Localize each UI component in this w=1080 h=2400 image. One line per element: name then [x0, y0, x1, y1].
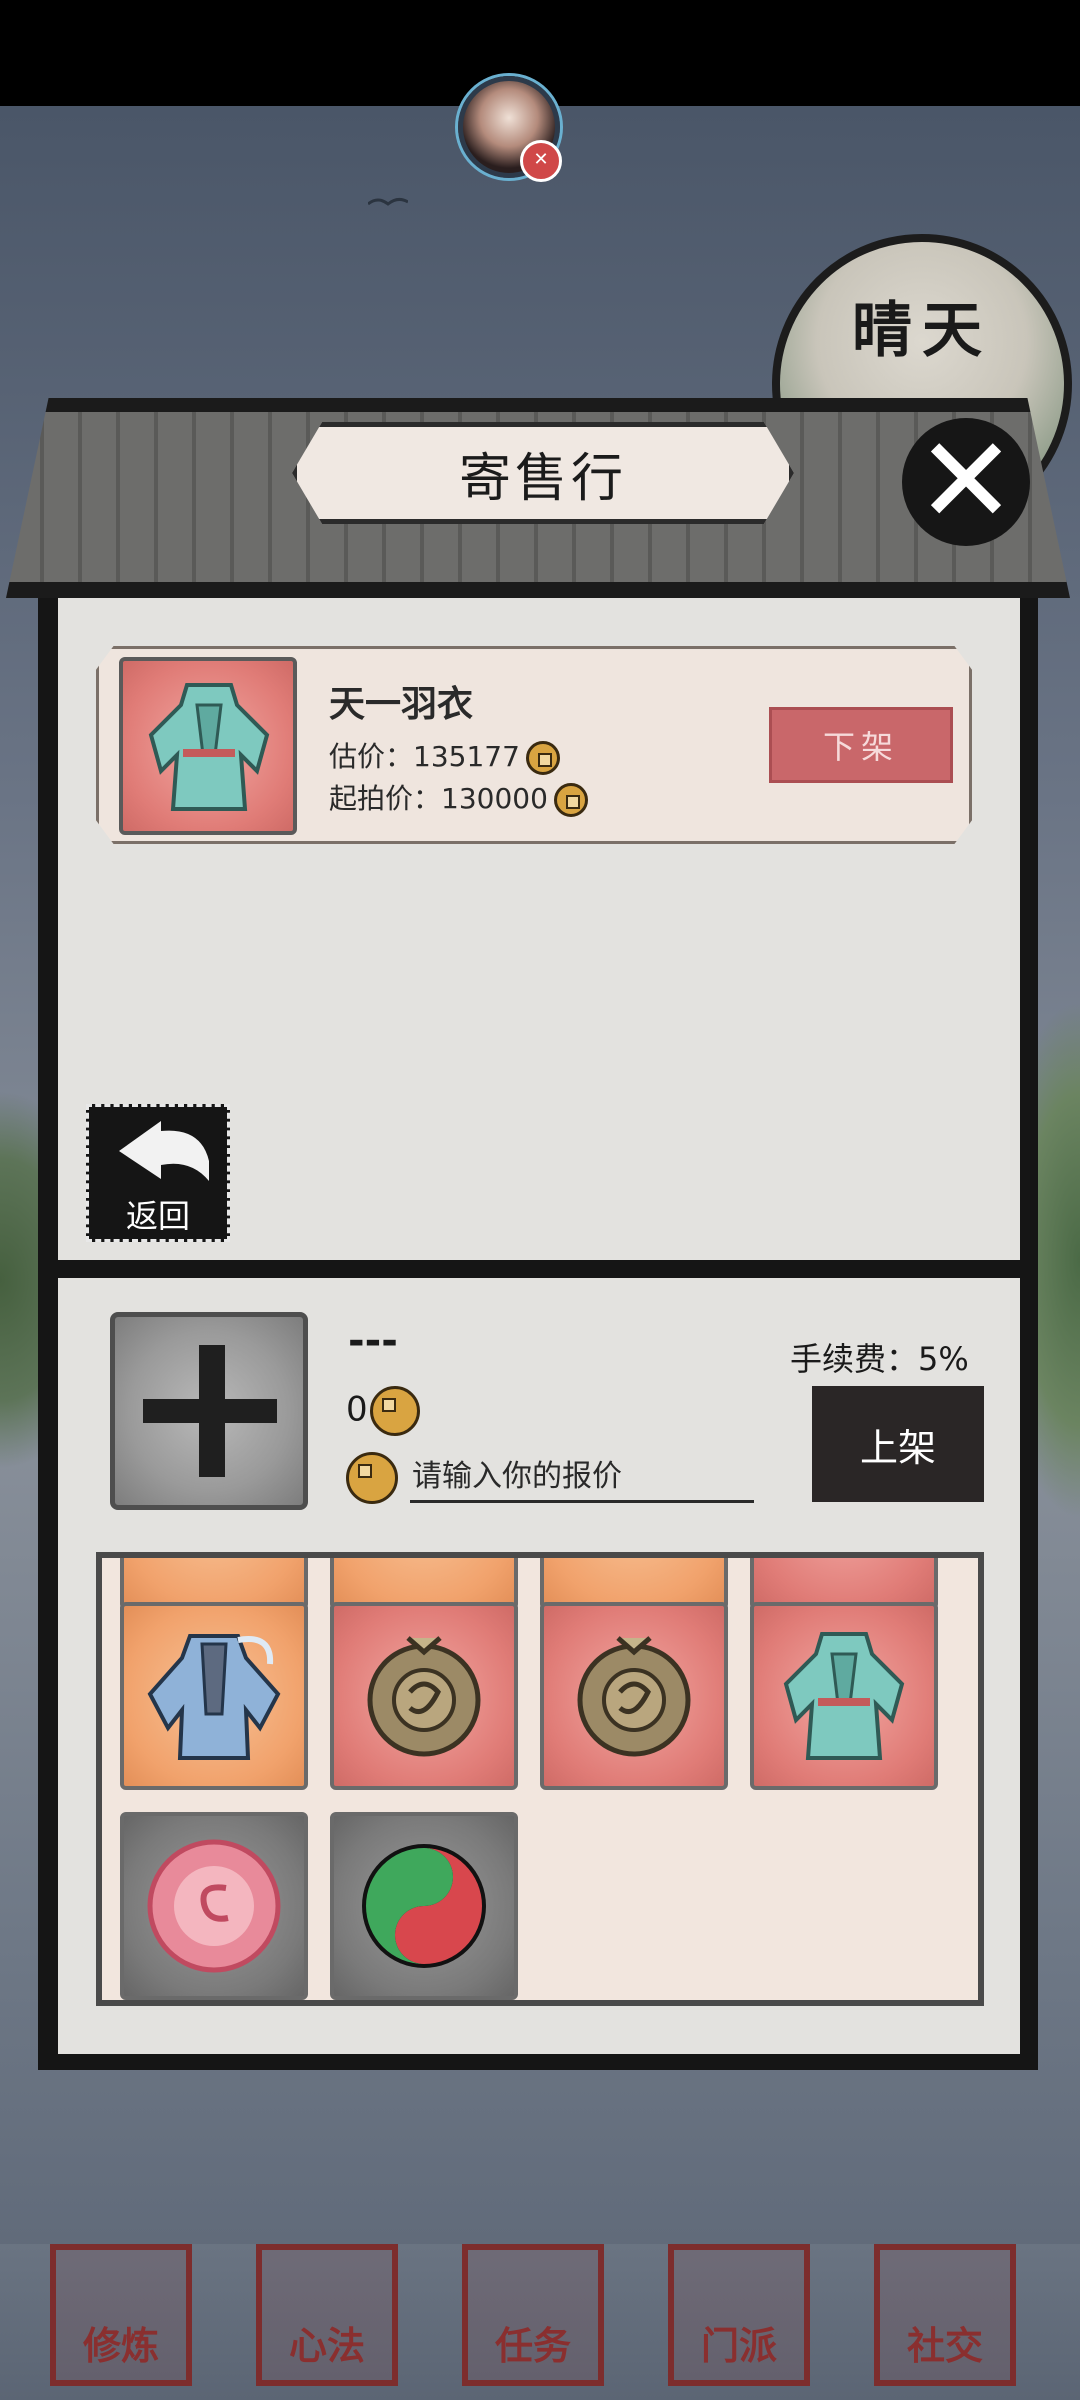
- nav-sect[interactable]: 门派: [668, 2244, 810, 2386]
- bronze-medallion-icon: [367, 1636, 481, 1757]
- back-label: 返回: [125, 1197, 190, 1235]
- list-button[interactable]: 上架: [812, 1386, 984, 1502]
- starting-price: 起拍价：130000: [329, 777, 588, 817]
- item-slot[interactable]: [119, 657, 297, 835]
- back-button[interactable]: 返回: [86, 1104, 230, 1242]
- unlist-button[interactable]: 下架: [769, 707, 953, 783]
- nav-mind-method[interactable]: 心法: [256, 2244, 398, 2386]
- inventory-grid[interactable]: [96, 1552, 984, 2006]
- nav-label: 任务: [494, 2324, 571, 2368]
- price-input-row: [346, 1452, 754, 1506]
- inventory-item[interactable]: [330, 1602, 518, 1790]
- nav-label: 修炼: [82, 2324, 159, 2368]
- inventory-item[interactable]: [540, 1602, 728, 1790]
- bronze-medallion-icon: [577, 1636, 691, 1757]
- inventory-item[interactable]: [330, 1812, 518, 2000]
- red-green-pill-icon: [362, 1844, 486, 1968]
- price-input[interactable]: [410, 1452, 754, 1503]
- estimate-price: 估价：135177: [329, 735, 560, 775]
- divider: [50, 1262, 1030, 1276]
- pink-swirl-orb-icon: [147, 1839, 281, 1973]
- bird-icon: [368, 197, 408, 206]
- estimate-value: 135177: [413, 740, 520, 773]
- selected-item-estimate: 0: [346, 1386, 420, 1436]
- nav-cultivate[interactable]: 修炼: [50, 2244, 192, 2386]
- inventory-item[interactable]: [120, 1602, 308, 1790]
- nav-tasks[interactable]: 任务: [462, 2244, 604, 2386]
- title-plaque: 寄售行: [292, 422, 794, 524]
- estimate-value: 0: [346, 1389, 368, 1430]
- add-item-slot[interactable]: [110, 1312, 308, 1510]
- mic-muted-icon: ✕: [520, 140, 562, 182]
- start-value: 130000: [441, 782, 548, 815]
- blue-robe-icon: [147, 1634, 281, 1760]
- start-label: 起拍价：: [329, 782, 442, 815]
- bottom-nav: 修炼 心法 任务 门派 社交: [0, 2244, 1080, 2400]
- nav-label: 心法: [288, 2324, 365, 2368]
- close-icon: ✕: [915, 412, 1017, 551]
- page-title: 寄售行: [458, 448, 627, 509]
- coin-icon: [525, 741, 560, 775]
- nav-label: 社交: [906, 2324, 983, 2368]
- teal-robe-icon: [148, 683, 270, 811]
- coin-icon: [553, 783, 588, 817]
- nav-label: 门派: [700, 2324, 777, 2368]
- selected-item-name: ---: [348, 1318, 398, 1364]
- coin-icon: [369, 1386, 420, 1436]
- back-arrow-icon: [119, 1121, 209, 1181]
- listing-card: 天一羽衣 估价：135177 起拍价：130000 下架: [96, 646, 972, 844]
- weather-label: 晴天: [852, 296, 992, 366]
- coin-icon: [346, 1452, 398, 1504]
- listing-item-name: 天一羽衣: [329, 684, 474, 725]
- teal-robe-icon: [783, 1632, 905, 1760]
- estimate-label: 估价：: [329, 740, 414, 773]
- inventory-item[interactable]: [120, 1812, 308, 2000]
- fee-text: 手续费：5%: [790, 1340, 969, 1378]
- inventory-item[interactable]: [750, 1602, 938, 1790]
- nav-social[interactable]: 社交: [874, 2244, 1016, 2386]
- close-button[interactable]: ✕: [902, 418, 1030, 546]
